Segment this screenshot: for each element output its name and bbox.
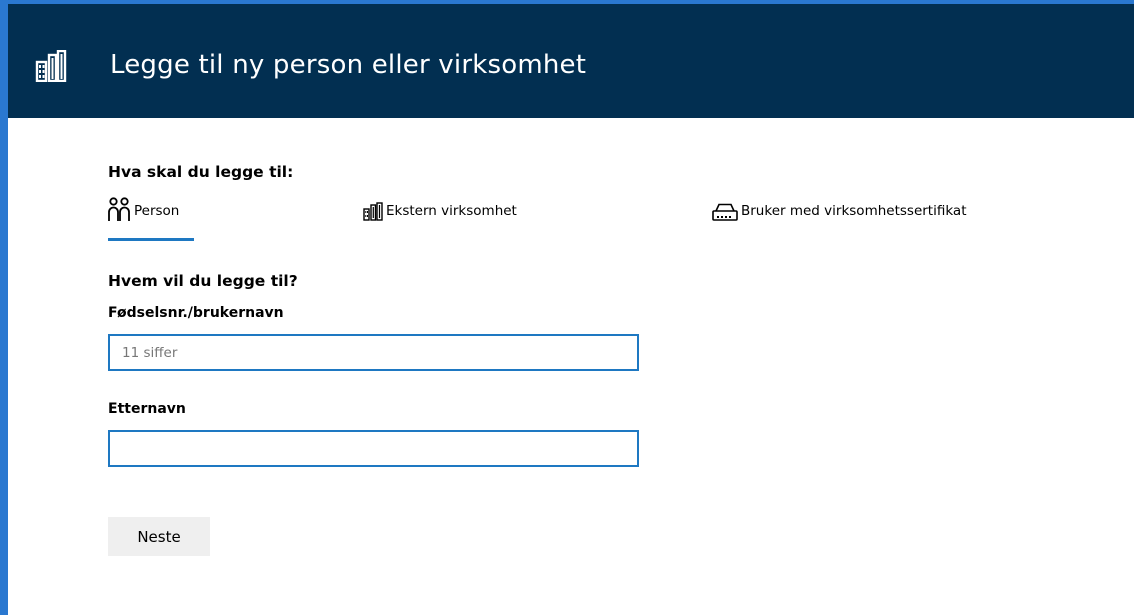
id-field-label: Fødselsnr./brukernavn bbox=[108, 305, 284, 321]
building-icon bbox=[363, 202, 383, 225]
person-icon bbox=[108, 197, 130, 227]
tab-enterprise-certificate-user[interactable]: Bruker med virksomhetssertifikat bbox=[712, 195, 967, 241]
lastname-input[interactable] bbox=[108, 430, 639, 467]
form-heading: Hvem vil du legge til? bbox=[108, 272, 298, 290]
building-icon bbox=[34, 49, 68, 83]
type-section-heading: Hva skal du legge til: bbox=[108, 163, 294, 181]
tab-external-business-label: Ekstern virksomhet bbox=[386, 203, 517, 219]
tab-person-label: Person bbox=[134, 203, 180, 219]
tab-person[interactable]: Person bbox=[108, 195, 179, 241]
selected-tab-indicator bbox=[108, 238, 194, 241]
tab-external-business[interactable]: Ekstern virksomhet bbox=[363, 195, 517, 241]
tab-enterprise-certificate-user-label: Bruker med virksomhetssertifikat bbox=[741, 203, 967, 219]
page-header: Legge til ny person eller virksomhet bbox=[8, 4, 1134, 118]
lastname-field-label: Etternavn bbox=[108, 401, 186, 417]
window-frame-left bbox=[0, 0, 8, 615]
id-number-input[interactable] bbox=[108, 334, 639, 371]
next-button[interactable]: Neste bbox=[108, 517, 210, 556]
page-title: Legge til ny person eller virksomhet bbox=[110, 50, 587, 80]
certificate-device-icon bbox=[712, 203, 738, 225]
